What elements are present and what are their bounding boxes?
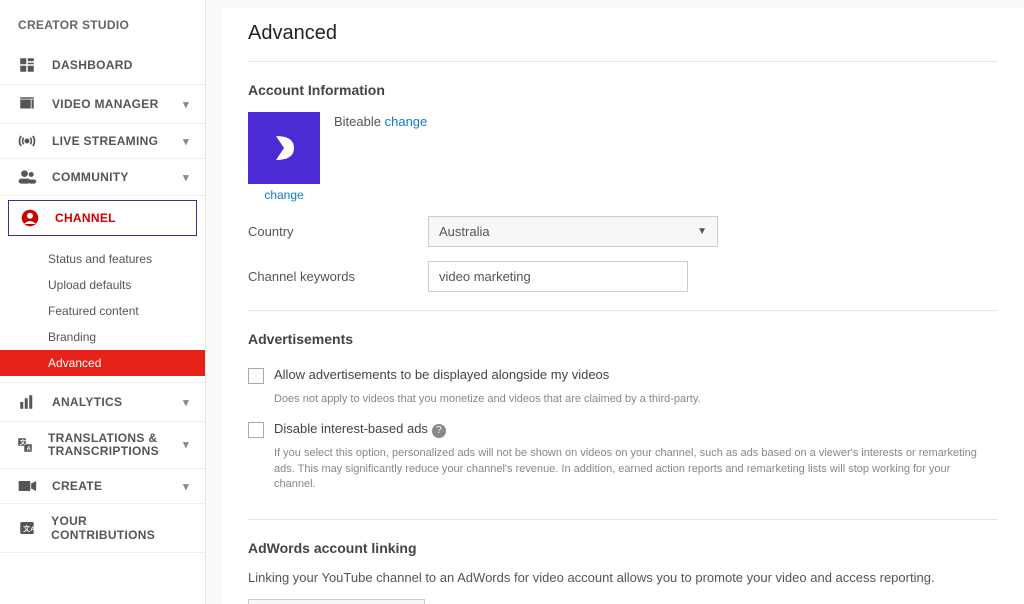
avatar-change-link[interactable]: change (248, 184, 320, 202)
contributions-icon: 文A (16, 519, 37, 537)
chevron-down-icon: ▾ (183, 98, 189, 111)
translate-icon: 文A (16, 436, 34, 454)
sidebar-item-translations[interactable]: 文A TRANSLATIONS & TRANSCRIPTIONS ▾ (0, 422, 205, 469)
allow-ads-checkbox[interactable] (248, 368, 264, 384)
sidebar-item-contributions[interactable]: 文A YOUR CONTRIBUTIONS (0, 504, 205, 553)
main-content: Advanced Account Information change Bite… (206, 0, 1024, 604)
sidebar-item-label: CHANNEL (55, 211, 116, 225)
chevron-down-icon: ▾ (183, 439, 189, 451)
channel-icon (19, 209, 41, 227)
sidebar-item-channel[interactable]: CHANNEL (8, 200, 197, 236)
sidebar-item-dashboard[interactable]: DASHBOARD (0, 46, 205, 85)
keywords-label: Channel keywords (248, 269, 404, 284)
adwords-desc: Linking your YouTube channel to an AdWor… (248, 570, 998, 599)
help-icon[interactable]: ? (432, 424, 446, 438)
section-title-account: Account Information (248, 62, 998, 112)
sidebar-item-create[interactable]: CREATE ▾ (0, 469, 205, 504)
channel-keywords-input[interactable] (428, 261, 688, 292)
svg-text:文A: 文A (22, 524, 35, 533)
sidebar-item-label: TRANSLATIONS & TRANSCRIPTIONS (48, 432, 169, 458)
country-select[interactable]: Australia ▼ (428, 216, 718, 247)
caret-down-icon: ▼ (697, 226, 707, 237)
link-adwords-button[interactable]: Link an AdWords account (248, 599, 425, 604)
svg-text:A: A (27, 446, 32, 452)
section-title-adwords: AdWords account linking (248, 520, 998, 570)
sidebar-item-label: DASHBOARD (52, 58, 133, 72)
section-account: Account Information change Biteable chan… (248, 62, 998, 311)
sidebar-item-label: LIVE STREAMING (52, 134, 158, 148)
sidebar-subitem-featured-content[interactable]: Featured content (0, 298, 205, 324)
disable-interest-ads-label: Disable interest-based ads? (274, 421, 446, 438)
sidebar-item-label: ANALYTICS (52, 395, 122, 409)
sidebar-item-label: YOUR CONTRIBUTIONS (51, 514, 189, 542)
allow-ads-label: Allow advertisements to be displayed alo… (274, 367, 609, 382)
section-title-ads: Advertisements (248, 311, 998, 361)
dashboard-icon (16, 56, 38, 74)
sidebar-item-label: CREATE (52, 479, 102, 493)
channel-avatar (248, 112, 320, 184)
create-icon (16, 479, 38, 493)
country-label: Country (248, 224, 404, 239)
sidebar-subitem-upload-defaults[interactable]: Upload defaults (0, 272, 205, 298)
sidebar-subitem-advanced[interactable]: Advanced (0, 350, 205, 376)
chevron-down-icon: ▾ (183, 135, 189, 148)
community-icon (16, 169, 38, 185)
channel-subitems: Status and features Upload defaults Feat… (0, 240, 205, 383)
chevron-down-icon: ▾ (183, 396, 189, 409)
page-title: Advanced (248, 22, 998, 62)
channel-name-change-link[interactable]: change (385, 114, 428, 129)
sidebar-item-community[interactable]: COMMUNITY ▾ (0, 159, 205, 196)
sidebar-item-label: VIDEO MANAGER (52, 97, 159, 111)
channel-name: Biteable (334, 114, 381, 129)
country-value: Australia (439, 224, 490, 239)
section-advertisements: Advertisements Allow advertisements to b… (248, 311, 998, 520)
sidebar-item-label: COMMUNITY (52, 170, 129, 184)
sidebar-subitem-branding[interactable]: Branding (0, 324, 205, 350)
live-streaming-icon (16, 134, 38, 148)
sidebar-item-analytics[interactable]: ANALYTICS ▾ (0, 383, 205, 422)
sidebar-item-video-manager[interactable]: VIDEO MANAGER ▾ (0, 85, 205, 124)
sidebar-item-live-streaming[interactable]: LIVE STREAMING ▾ (0, 124, 205, 159)
sidebar-subitem-status[interactable]: Status and features (0, 246, 205, 272)
chevron-down-icon: ▾ (183, 171, 189, 184)
allow-ads-desc: Does not apply to videos that you moneti… (248, 388, 988, 415)
chevron-down-icon: ▾ (183, 480, 189, 493)
sidebar-title: CREATOR STUDIO (0, 14, 205, 46)
disable-interest-ads-desc: If you select this option, personalized … (248, 442, 988, 500)
video-manager-icon (16, 95, 38, 113)
section-adwords: AdWords account linking Linking your You… (248, 520, 998, 604)
sidebar: CREATOR STUDIO DASHBOARD VIDEO MANAGER ▾… (0, 0, 206, 604)
analytics-icon (16, 393, 38, 411)
disable-interest-ads-checkbox[interactable] (248, 422, 264, 438)
